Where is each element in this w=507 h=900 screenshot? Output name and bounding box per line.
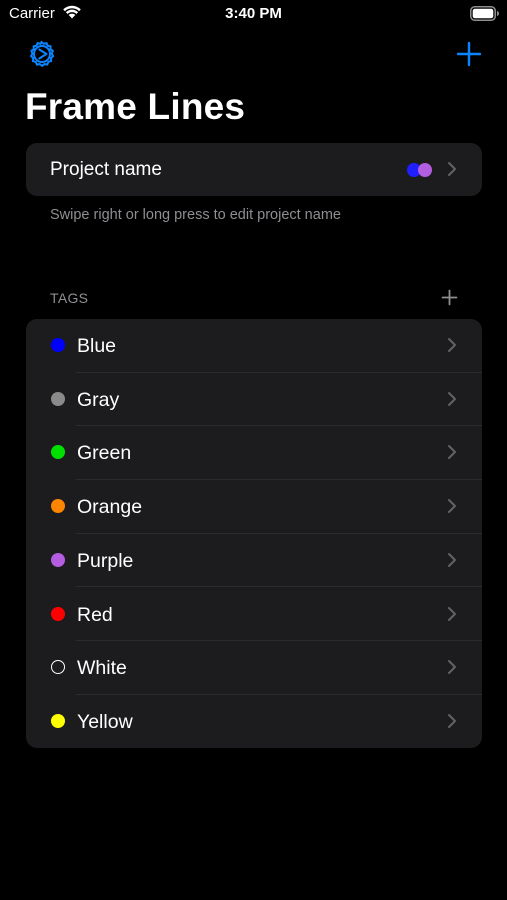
plus-icon (441, 289, 458, 306)
tag-row-white[interactable]: White (26, 641, 482, 695)
tag-row-yellow[interactable]: Yellow (26, 695, 482, 748)
add-tag-button[interactable] (441, 289, 458, 306)
tag-label: Orange (77, 496, 143, 519)
add-project-button[interactable] (455, 40, 483, 68)
tag-color-dot (51, 391, 65, 406)
settings-button[interactable] (26, 38, 58, 70)
tag-label: Yellow (77, 710, 133, 733)
tag-color-dot (51, 552, 65, 567)
tag-row-red[interactable]: Red (26, 588, 482, 642)
plus-icon (456, 41, 482, 67)
tag-label: Blue (77, 335, 117, 357)
tag-row-green[interactable]: Green (26, 426, 482, 481)
chevron-right-icon (448, 162, 456, 176)
page-title: Frame Lines (25, 86, 246, 127)
tag-row-blue[interactable]: Blue (26, 319, 482, 373)
status-time: 3:40 PM (225, 5, 282, 22)
tag-label: White (77, 657, 127, 680)
tag-row-orange[interactable]: Orange (26, 480, 482, 534)
project-name-row[interactable]: Project name (26, 143, 482, 196)
tag-label: Purple (77, 549, 134, 572)
chevron-right-icon (448, 713, 456, 728)
project-name-hint: Swipe right or long press to edit projec… (50, 207, 341, 223)
chevron-right-icon (448, 445, 456, 460)
tags-list: Blue Gray Green Orange Purple Red White Yellow (26, 319, 482, 748)
tag-label: Gray (77, 388, 120, 411)
chevron-right-icon (448, 660, 456, 675)
tag-color-dot (51, 660, 65, 675)
tag-label: Red (77, 603, 113, 626)
tags-section-header: TAGS (50, 290, 89, 306)
tag-color-dot (51, 606, 65, 621)
project-name-label: Project name (50, 159, 162, 180)
chevron-right-icon (448, 552, 456, 567)
chevron-right-icon (448, 338, 456, 352)
tag-label: Green (77, 442, 132, 465)
chevron-right-icon (448, 391, 456, 406)
tag-color-dot (51, 713, 65, 728)
project-color-dots (407, 162, 435, 178)
tag-row-gray[interactable]: Gray (26, 373, 482, 427)
status-bar: Carrier 3:40 PM (0, 0, 507, 28)
tag-color-dot (51, 338, 65, 352)
tag-color-dot (51, 499, 65, 514)
project-color-dot-2 (418, 163, 432, 177)
tag-color-dot (51, 445, 65, 460)
battery-icon (470, 6, 500, 26)
tag-row-purple[interactable]: Purple (26, 534, 482, 588)
chevron-right-icon (448, 499, 456, 514)
gear-icon (29, 40, 55, 68)
chevron-right-icon (448, 606, 456, 621)
